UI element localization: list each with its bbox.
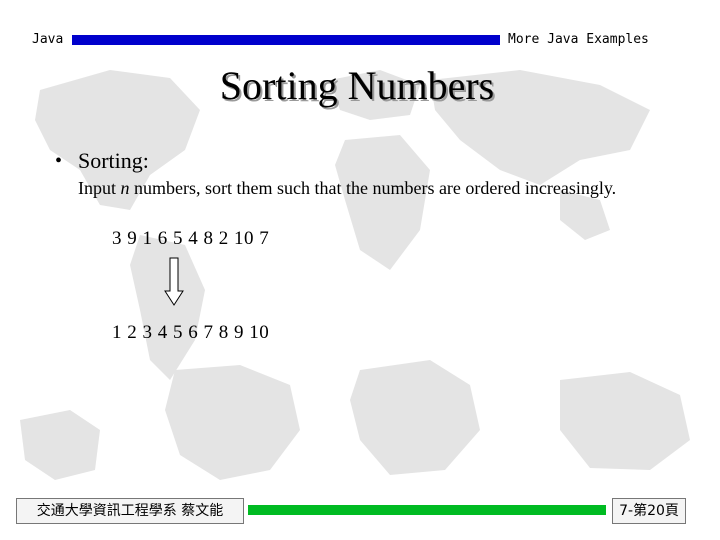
unsorted-sequence: 3 9 1 6 5 4 8 2 10 7 [112, 228, 270, 249]
down-arrow-icon [164, 257, 184, 306]
footer-left-label: 交通大學資訊工程學系 蔡文能 [16, 498, 244, 524]
header-right-label: More Java Examples [508, 32, 649, 47]
description-var: n [120, 178, 130, 198]
header-bar [72, 35, 500, 45]
bullet-dot: • [55, 150, 63, 172]
description-prefix: Input [78, 178, 121, 198]
sorted-sequence: 1 2 3 4 5 6 7 8 9 10 [112, 322, 270, 343]
bullet-text: Sorting: [78, 148, 149, 173]
footer-bar [248, 505, 606, 515]
footer-page-number: 7-第20頁 [612, 498, 686, 524]
description-text: Input n numbers, sort them such that the… [78, 178, 616, 199]
slide-title: Sorting Numbers [219, 63, 495, 108]
header-left-label: Java [32, 32, 64, 47]
slide: Java More Java Examples Sorting Numbers … [0, 0, 720, 540]
description-suffix: numbers, sort them such that the numbers… [129, 178, 617, 198]
